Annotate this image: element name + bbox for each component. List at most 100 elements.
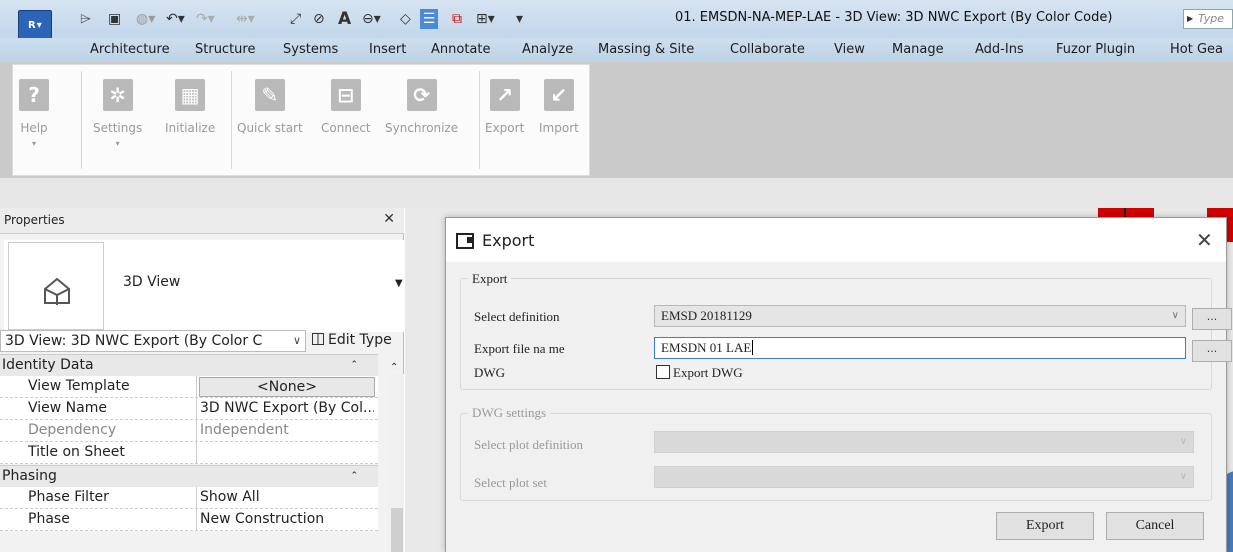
checkbox[interactable]	[656, 365, 670, 379]
connect-label: Connect	[321, 121, 371, 135]
chevron-down-icon: ∨	[1179, 436, 1187, 447]
tab-systems[interactable]: Systems	[283, 42, 338, 57]
section-icon[interactable]: ◇	[400, 9, 411, 29]
tree-icon: ⊟	[330, 79, 361, 111]
chevron-down-icon: ∨	[292, 334, 301, 347]
tag-icon[interactable]: ⊘	[313, 9, 325, 29]
save-icon[interactable]: ▣	[108, 9, 121, 29]
tab-collaborate[interactable]: Collaborate	[730, 42, 805, 57]
export-dwg-label: Export DWG	[673, 365, 743, 380]
search-input[interactable]: ▶ Type	[1183, 9, 1233, 29]
settings-label: Settings	[93, 121, 143, 135]
tab-fuzor-plugin[interactable]: Fuzor Plugin	[1056, 42, 1135, 57]
search-placeholder: Type	[1198, 12, 1225, 25]
property-row: View Template <None>	[0, 376, 378, 398]
phase-value[interactable]: New Construction	[200, 509, 374, 530]
close-icon[interactable]: ✕	[1196, 228, 1213, 252]
help-button[interactable]: ? Help ▾	[19, 79, 49, 149]
definition-select[interactable]: EMSD 20181129 ∨	[654, 305, 1186, 327]
export-icon: ↗	[489, 79, 520, 111]
tab-view[interactable]: View	[834, 42, 865, 57]
property-row: Phase Filter Show All	[0, 487, 378, 509]
help-icon: ?	[19, 79, 49, 111]
import-button[interactable]: ↙ Import	[539, 79, 579, 135]
file-name-input[interactable]: EMSDN 01 LAE	[654, 337, 1186, 359]
view-template-button[interactable]: <None>	[199, 377, 375, 397]
dwg-settings-label: DWG settings	[468, 405, 551, 421]
view-name-value[interactable]: 3D NWC Export (By Col...	[200, 398, 374, 419]
separator	[196, 398, 197, 420]
redo-icon[interactable]: ↷▾	[196, 9, 215, 29]
scroll-up-icon[interactable]: ⌃	[390, 362, 398, 373]
3d-view-icon[interactable]: ⊖▾	[362, 9, 381, 29]
close-hidden-icon[interactable]: ⧉	[452, 9, 462, 29]
group-identity-data[interactable]: Identity Data ⌃	[0, 354, 378, 376]
browse-file-button[interactable]: ...	[1192, 340, 1232, 362]
tab-insert[interactable]: Insert	[369, 42, 406, 57]
property-row: Dependency Independent	[0, 420, 378, 442]
chevron-down-icon: ▾	[36, 20, 42, 31]
group-phasing[interactable]: Phasing ⌃	[0, 465, 378, 487]
open-icon[interactable]: ⌲	[80, 9, 91, 29]
undo-icon[interactable]: ↶▾	[166, 9, 185, 29]
sync-cloud-icon[interactable]: ◍▾	[136, 9, 155, 29]
phase-filter-value[interactable]: Show All	[200, 487, 374, 508]
edit-icon: ✎	[254, 79, 285, 111]
tab-analyze[interactable]: Analyze	[522, 42, 573, 57]
tab-structure[interactable]: Structure	[195, 42, 255, 57]
close-icon[interactable]: ✕	[383, 211, 395, 227]
plot-definition-select[interactable]: ∨	[654, 431, 1194, 453]
export-button[interactable]: Export	[996, 512, 1094, 540]
separator	[81, 71, 82, 169]
tab-architecture[interactable]: Architecture	[90, 42, 170, 57]
gear-icon: ✲	[102, 79, 133, 111]
property-key: Dependency	[28, 422, 117, 438]
plot-set-label: Select plot set	[474, 475, 547, 490]
group-label: Phasing	[2, 468, 57, 484]
tab-manage[interactable]: Manage	[892, 42, 944, 57]
export-dialog: Export ✕ Export Select definition EMSD 2…	[445, 217, 1232, 552]
export-group	[460, 278, 1212, 390]
connect-button[interactable]: ⊟ Connect	[321, 79, 371, 135]
chevron-down-icon: ∨	[1171, 310, 1179, 321]
property-row: Title on Sheet	[0, 442, 378, 464]
dimension-icon[interactable]: ⤢	[290, 9, 301, 29]
initialize-button[interactable]: ▦ Initialize	[165, 79, 215, 135]
ribbon-panel: ? Help ▾ ✲ Settings ▾ ▦ Initialize ✎ Quick sta…	[12, 64, 590, 176]
synchronize-button[interactable]: ⟳ Synchronize	[385, 79, 458, 135]
tab-massing-site[interactable]: Massing & Site	[598, 42, 694, 57]
revit-window: R▾ ⌲ ▣ ◍▾ ↶▾ ↷▾ ⇹▾ ⤢ ⊘ A ⊖▾ ◇ ☰ ⧉ ⊞▾ ▾ 0…	[0, 0, 1233, 552]
export-dwg-checkbox[interactable]: Export DWG	[656, 365, 743, 381]
property-key: Title on Sheet	[28, 444, 125, 460]
scrollbar-thumb[interactable]	[391, 508, 403, 552]
properties-header: Properties	[0, 208, 404, 234]
text-icon[interactable]: A	[338, 9, 351, 29]
ribbon-tab-bar: Architecture Structure Systems Insert An…	[0, 38, 1233, 62]
dialog-title: Export	[482, 231, 535, 250]
separator	[196, 376, 197, 398]
customize-qat-icon[interactable]: ▾	[516, 9, 523, 29]
separator	[196, 442, 197, 464]
separator	[479, 71, 480, 169]
settings-button[interactable]: ✲ Settings ▾	[93, 79, 142, 149]
export-button[interactable]: ↗ Export	[485, 79, 524, 135]
tab-annotate[interactable]: Annotate	[431, 42, 490, 57]
edit-type-button[interactable]: Edit Type	[312, 330, 392, 350]
measure-icon[interactable]: ⇹▾	[236, 9, 255, 29]
thin-lines-icon[interactable]: ☰	[420, 9, 438, 29]
dwg-label: DWG	[474, 365, 506, 380]
cancel-button[interactable]: Cancel	[1106, 512, 1204, 540]
tab-hot-gear[interactable]: Hot Gea	[1170, 42, 1223, 57]
file-name-value: EMSDN 01 LAE	[661, 340, 752, 355]
collapse-icon: ⌃	[350, 471, 358, 481]
quick-start-button[interactable]: ✎ Quick start	[237, 79, 303, 135]
quick-start-label: Quick start	[237, 121, 303, 135]
export-icon	[456, 233, 474, 249]
tab-add-ins[interactable]: Add-Ins	[975, 42, 1024, 57]
instance-filter-select[interactable]: 3D View: 3D NWC Export (By Color C ∨	[0, 330, 306, 352]
chevron-down-icon: ▾	[31, 139, 36, 148]
chevron-down-icon[interactable]: ▼	[395, 278, 403, 289]
browse-definition-button[interactable]: ...	[1192, 308, 1232, 330]
plot-set-select[interactable]: ∨	[654, 466, 1194, 488]
switch-windows-icon[interactable]: ⊞▾	[476, 9, 495, 29]
